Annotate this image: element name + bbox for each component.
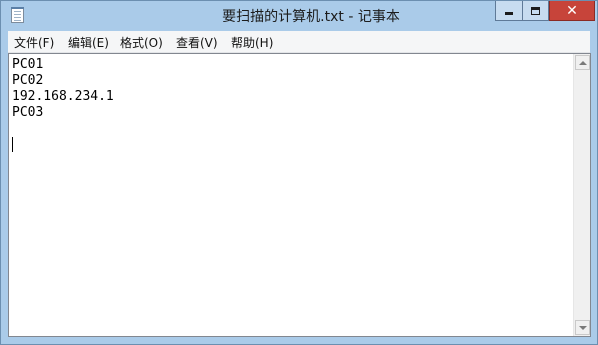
scroll-track[interactable] [574, 71, 590, 319]
text-line: PC03 [12, 105, 44, 120]
menu-file[interactable]: 文件(F) [14, 34, 54, 51]
close-button[interactable]: ✕ [549, 1, 595, 21]
menu-format[interactable]: 格式(O) [120, 34, 163, 51]
text-line: 192.168.234.1 [12, 89, 114, 104]
arrow-up-icon [578, 60, 587, 65]
minimize-icon [505, 12, 513, 15]
window-title: 要扫描的计算机.txt - 记事本 [222, 9, 400, 25]
maximize-button[interactable] [522, 1, 549, 21]
scroll-up-button[interactable] [575, 55, 590, 70]
title-bar[interactable]: 要扫描的计算机.txt - 记事本 ✕ [1, 1, 597, 31]
notepad-window: 要扫描的计算机.txt - 记事本 ✕ 文件(F) 编辑(E) 格式(O) 查看… [0, 0, 598, 345]
menu-help[interactable]: 帮助(H) [231, 34, 273, 51]
menu-view[interactable]: 查看(V) [176, 34, 218, 51]
caret-line [12, 137, 568, 153]
scroll-down-button[interactable] [575, 320, 590, 335]
text-caret [12, 137, 13, 152]
text-content[interactable]: PC01 PC02 192.168.234.1 PC03 [12, 57, 568, 333]
close-icon: ✕ [566, 2, 578, 19]
menu-edit[interactable]: 编辑(E) [68, 34, 109, 51]
notepad-app-icon[interactable] [11, 7, 24, 23]
minimize-button[interactable] [495, 1, 522, 21]
menu-bar: 文件(F) 编辑(E) 格式(O) 查看(V) 帮助(H) [8, 31, 590, 53]
text-line: PC01 [12, 57, 44, 72]
arrow-down-icon [578, 325, 587, 330]
vertical-scrollbar[interactable] [573, 54, 590, 336]
maximize-icon [531, 6, 540, 15]
editor-area[interactable]: PC01 PC02 192.168.234.1 PC03 [8, 53, 591, 337]
text-line: PC02 [12, 73, 44, 88]
text-line [12, 121, 568, 137]
